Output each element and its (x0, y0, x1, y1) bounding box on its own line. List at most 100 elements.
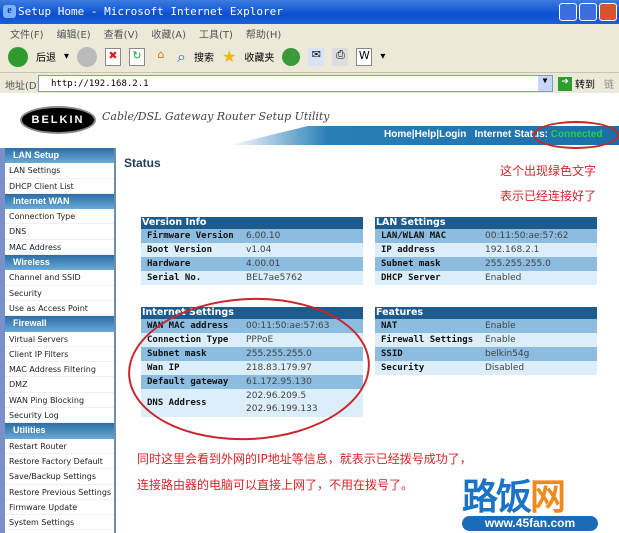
sidebar-link[interactable]: Firmware Update (5, 500, 114, 516)
sidebar-section-header: LAN Setup (5, 148, 114, 164)
sidebar-link[interactable]: Restart Router (5, 439, 114, 454)
sidebar-link[interactable]: Security Log (5, 408, 114, 424)
menu-tools[interactable]: 工具(T) (199, 26, 233, 41)
home-icon[interactable]: ⌂ (153, 48, 169, 66)
history-icon[interactable] (282, 47, 301, 66)
sidebar-link[interactable]: Connection Type (5, 209, 114, 225)
sidebar-link[interactable]: Security (5, 286, 114, 301)
stop-icon[interactable]: ✖ (105, 47, 122, 66)
annotation-top-2: 表示已经连接好了 (500, 189, 597, 203)
go-button[interactable]: 转到 (575, 76, 595, 91)
login-link[interactable]: Login (439, 129, 466, 140)
favorites-icon[interactable]: ★ (222, 47, 236, 66)
refresh-icon[interactable]: ↻ (129, 47, 146, 66)
sidebar-section-header: Utilities (5, 423, 114, 439)
sidebar-link[interactable]: DNS (5, 224, 114, 240)
sidebar-link[interactable]: Use as Access Point (5, 301, 114, 317)
row-label: Firewall Settings (381, 335, 474, 345)
sidebar-link[interactable]: Virtual Servers (5, 332, 114, 347)
row-value: belkin54g (485, 349, 530, 359)
menu-file[interactable]: 文件(F) (10, 26, 44, 41)
router-header: BELKIN Cable/DSL Gateway Router Setup Ut… (0, 93, 619, 148)
table-title: LAN Settings (375, 217, 597, 229)
sidebar-link[interactable]: WAN Ping Blocking (5, 393, 114, 409)
back-button[interactable]: 后退 (36, 49, 56, 64)
window-title: Setup Home - Microsoft Internet Explorer (18, 5, 283, 18)
toolbar: 后退 ▾ ✖ ↻ ⌂ ⌕ 搜索 ★ 收藏夹 ✉ ⎙ W ▾ (0, 41, 619, 72)
row-label: NAT (381, 321, 398, 331)
sidebar-link[interactable]: MAC Address Filtering (5, 362, 114, 378)
url-text: http://192.168.2.1 (51, 79, 149, 89)
table-row: Boot Version v1.04 (141, 243, 363, 257)
maximize-button[interactable] (579, 3, 597, 21)
row-value: 255.255.255.0 (485, 259, 551, 269)
row-value: 00:11:50:ae:57:62 (485, 231, 569, 241)
row-value: Enable (485, 321, 516, 331)
watermark-cn: 路饭 (462, 477, 532, 518)
sidebar-link[interactable]: Restore Previous Settings (5, 485, 114, 500)
row-value: Disabled (485, 363, 525, 373)
row-value: Enabled (485, 273, 522, 283)
home-link[interactable]: Home (384, 129, 412, 140)
back-icon[interactable] (8, 46, 28, 67)
sidebar-link[interactable]: DMZ (5, 377, 114, 393)
page-title: Status (124, 156, 161, 170)
sidebar-link[interactable]: DHCP Client List (5, 179, 114, 194)
row-value: BEL7ae5762 (246, 273, 303, 283)
tagline: Cable/DSL Gateway Router Setup Utility (102, 110, 330, 123)
go-arrow-icon[interactable]: ➜ (558, 76, 572, 91)
sidebar-link[interactable]: Restore Factory Default (5, 454, 114, 470)
row-label: IP address (381, 245, 436, 255)
sidebar-link[interactable]: MAC Address (5, 240, 114, 256)
row-label: LAN/WLAN MAC (381, 231, 447, 241)
search-button[interactable]: 搜索 (194, 49, 214, 64)
row-value: v1.04 (246, 245, 272, 255)
search-icon[interactable]: ⌕ (177, 47, 186, 67)
table-row: NAT Enable (375, 319, 597, 333)
row-label: Firmware Version (147, 231, 234, 241)
edit-icon[interactable]: W (356, 47, 373, 66)
menu-view[interactable]: 查看(V) (104, 26, 139, 41)
sidebar: LAN Setup LAN Settings DHCP Client List Int… (5, 148, 116, 533)
row-label: Serial No. (147, 273, 202, 283)
address-input[interactable]: http://192.168.2.1 ▼ (38, 75, 553, 92)
chevron-down-icon[interactable]: ▼ (538, 76, 552, 91)
sidebar-link[interactable]: Save/Backup Settings (5, 469, 114, 485)
sidebar-link[interactable]: Client IP Filters (5, 347, 114, 363)
table-row: Firewall Settings Enable (375, 333, 597, 347)
table-row: Subnet mask 255.255.255.0 (375, 257, 597, 271)
table-row: IP address 192.168.2.1 (375, 243, 597, 257)
row-label: Subnet mask (381, 259, 441, 269)
sidebar-section-header: Firewall (5, 316, 114, 332)
features-table: Features NAT Enable Firewall Settings Enable… (375, 307, 597, 375)
version-info-table: Version Info Firmware Version 6.00.10 Boot … (141, 217, 363, 285)
row-label: Hardware (147, 259, 191, 269)
annotation-bottom-2: 连接路由器的电脑可以直接上网了，不用在拨号了。 (137, 478, 414, 492)
minimize-button[interactable] (559, 3, 577, 21)
menu-help[interactable]: 帮助(H) (246, 26, 281, 41)
sidebar-link[interactable]: System Settings (5, 515, 114, 531)
help-link[interactable]: Help (415, 129, 437, 140)
menu-favorites[interactable]: 收藏(A) (151, 26, 186, 41)
menu-edit[interactable]: 编辑(E) (57, 26, 91, 41)
table-row: SSID belkin54g (375, 347, 597, 361)
belkin-logo: BELKIN (20, 106, 96, 134)
ie-icon: e (3, 5, 16, 18)
sidebar-section-header: Internet WAN (5, 193, 114, 210)
forward-icon[interactable] (77, 46, 98, 67)
row-label: DHCP Server (381, 273, 441, 283)
sidebar-link[interactable]: Channel and SSID (5, 270, 114, 286)
watermark-logo: 路饭网 www.45fan.com (462, 468, 598, 531)
menu-bar: 文件(F) 编辑(E) 查看(V) 收藏(A) 工具(T) 帮助(H) (0, 24, 619, 41)
links-label[interactable]: 链 (604, 76, 614, 91)
favorites-button[interactable]: 收藏夹 (244, 49, 274, 64)
close-button[interactable] (599, 3, 617, 21)
highlight-circle-status (533, 121, 619, 149)
table-row: Security Disabled (375, 361, 597, 375)
row-value: Enable (485, 335, 516, 345)
table-row: Serial No. BEL7ae5762 (141, 271, 363, 285)
sidebar-link[interactable]: LAN Settings (5, 163, 114, 179)
row-value: 4.00.01 (246, 259, 281, 269)
print-icon[interactable]: ⎙ (332, 47, 349, 66)
mail-icon[interactable]: ✉ (308, 47, 325, 66)
